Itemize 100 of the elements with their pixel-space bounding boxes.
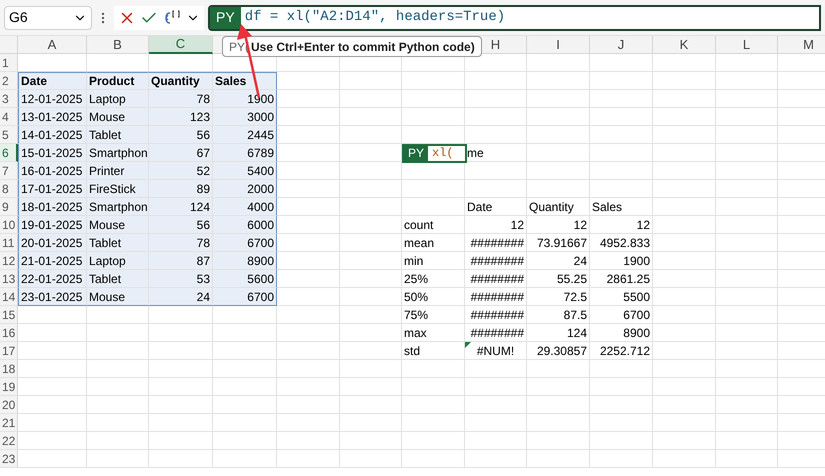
formula-field[interactable]: PY df = xl("A2:D14", headers=True) (208, 4, 821, 30)
grid-cell (716, 288, 778, 306)
grid-cell (402, 90, 465, 108)
grid-cell (340, 198, 402, 216)
grid-cell (18, 450, 87, 468)
grid-cell (277, 378, 340, 396)
grid-cell (340, 108, 402, 126)
row-header[interactable]: 23 (0, 450, 18, 468)
row-header[interactable]: 16 (0, 324, 18, 342)
grid-cell (402, 360, 465, 378)
grid-cell (340, 180, 402, 198)
grid-cell (340, 342, 402, 360)
row-header[interactable]: 8 (0, 180, 18, 198)
table-cell: 16-01-2025 (18, 162, 87, 180)
row-header[interactable]: 2 (0, 72, 18, 90)
cell-formula: xl( (431, 146, 454, 161)
header-cell: Date (18, 72, 87, 90)
table-cell: 123 (149, 108, 213, 126)
grid-cell (18, 360, 87, 378)
table-cell: 6000 (213, 216, 277, 234)
table-cell: ######## (465, 324, 527, 342)
table-cell: 75% (402, 306, 465, 324)
grid-cell (277, 162, 340, 180)
row-header[interactable]: 9 (0, 198, 18, 216)
grid-cell (527, 90, 590, 108)
table-cell: 6789 (213, 144, 277, 162)
row-header[interactable]: 13 (0, 270, 18, 288)
grid-cell (340, 90, 402, 108)
row-header[interactable]: 19 (0, 378, 18, 396)
table-cell: Tablet (87, 126, 149, 144)
grid-cell (653, 450, 716, 468)
grid-cell (149, 360, 213, 378)
grid-cell (465, 72, 527, 90)
grid-cell (653, 270, 716, 288)
grid-cell (149, 414, 213, 432)
grid-cell (653, 378, 716, 396)
row-header[interactable]: 21 (0, 414, 18, 432)
grid-cell (590, 180, 653, 198)
row-header[interactable]: 10 (0, 216, 18, 234)
grid-cell (18, 414, 87, 432)
table-cell: max (402, 324, 465, 342)
table-cell: 21-01-2025 (18, 252, 87, 270)
grid-cell (716, 162, 778, 180)
table-cell: 18-01-2025 (18, 198, 87, 216)
row-header[interactable]: 11 (0, 234, 18, 252)
row-header[interactable]: 17 (0, 342, 18, 360)
name-box[interactable]: G6 (4, 6, 92, 30)
grid-cell (653, 162, 716, 180)
column-header[interactable]: C (149, 36, 213, 54)
row-header[interactable]: 15 (0, 306, 18, 324)
grid-cell (653, 216, 716, 234)
grid-cell (465, 450, 527, 468)
row-header[interactable]: 14 (0, 288, 18, 306)
table-cell: 4000 (213, 198, 277, 216)
row-header[interactable]: 5 (0, 126, 18, 144)
table-cell: 12 (527, 216, 590, 234)
grid-cell (716, 144, 778, 162)
table-cell: 78 (149, 90, 213, 108)
grid-cell (653, 108, 716, 126)
grid-cell (277, 234, 340, 252)
grid-cell (277, 342, 340, 360)
grid-cell (590, 90, 653, 108)
grid-cell (149, 342, 213, 360)
table-cell: #NUM! (465, 342, 527, 360)
row-header[interactable]: 18 (0, 360, 18, 378)
row-header[interactable]: 7 (0, 162, 18, 180)
grid-cell (149, 306, 213, 324)
grid-cell (340, 126, 402, 144)
table-cell: 15-01-2025 (18, 144, 87, 162)
grid-cell (465, 180, 527, 198)
table-cell: Mouse (87, 216, 149, 234)
table-cell: 24 (527, 252, 590, 270)
table-cell: Laptop (87, 90, 149, 108)
grid-cell (87, 414, 149, 432)
row-header[interactable]: 4 (0, 108, 18, 126)
grid-cell (590, 378, 653, 396)
table-cell: 56 (149, 126, 213, 144)
row-header[interactable]: 3 (0, 90, 18, 108)
grid-cell (340, 270, 402, 288)
row-header[interactable]: 6 (0, 144, 18, 162)
grid-cell (465, 108, 527, 126)
grid-cell (716, 198, 778, 216)
row-header[interactable]: 22 (0, 432, 18, 450)
table-cell: 22-01-2025 (18, 270, 87, 288)
grid-cell (590, 162, 653, 180)
table-cell: std (402, 342, 465, 360)
grid-cell (716, 234, 778, 252)
grid-cell (87, 324, 149, 342)
grid-cell (213, 414, 277, 432)
table-cell: 12 (465, 216, 527, 234)
grid-cell (87, 342, 149, 360)
row-header[interactable]: 12 (0, 252, 18, 270)
row-header[interactable]: 1 (0, 54, 18, 72)
table-cell: 19-01-2025 (18, 216, 87, 234)
grid-cell (149, 378, 213, 396)
grid-cell (465, 360, 527, 378)
cell-editor[interactable]: PY xl( (402, 144, 467, 163)
row-header[interactable]: 20 (0, 396, 18, 414)
table-cell: Smartphon (87, 144, 149, 162)
table-cell: 8900 (590, 324, 653, 342)
